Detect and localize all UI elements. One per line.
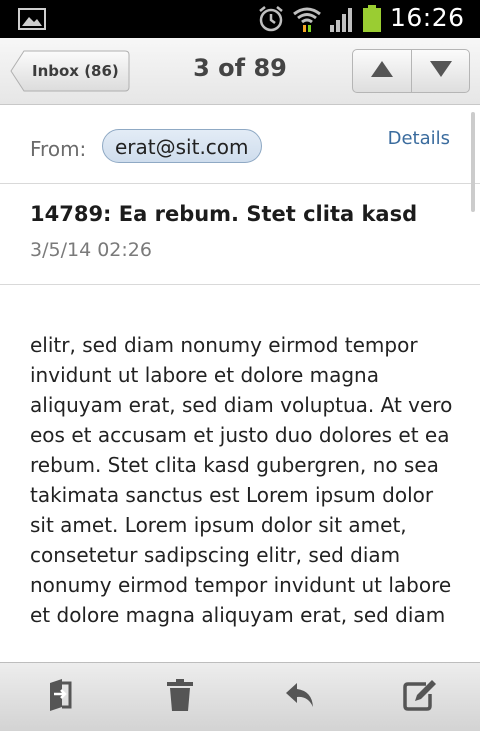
from-label: From:: [30, 137, 87, 161]
signal-icon: [328, 5, 356, 37]
message-subject: 14789: Ea rebum. Stet clita kasd: [30, 202, 418, 226]
compose-icon: [402, 678, 438, 716]
compose-button[interactable]: [400, 677, 440, 717]
trash-icon: [165, 678, 195, 716]
from-row: From: erat@sit.com Details: [0, 105, 480, 184]
delete-button[interactable]: [160, 677, 200, 717]
reply-button[interactable]: [280, 677, 320, 717]
triangle-down-icon: [429, 60, 453, 82]
move-icon: [45, 678, 75, 716]
wifi-icon: [292, 4, 322, 38]
message-date: 3/5/14 02:26: [30, 239, 152, 261]
previous-message-button[interactable]: [353, 50, 412, 92]
triangle-up-icon: [370, 60, 394, 82]
alarm-icon: [258, 5, 284, 37]
gallery-icon: [18, 8, 46, 34]
battery-icon: [362, 5, 382, 37]
status-bar: 16:26: [0, 0, 480, 38]
message-nav-group: [352, 49, 470, 93]
details-link[interactable]: Details: [388, 128, 450, 149]
inbox-back-label: Inbox (86): [32, 62, 119, 80]
clock-time: 16:26: [390, 3, 465, 32]
message-header-bar: Inbox (86) 3 of 89: [0, 38, 480, 105]
message-body: elitr, sed diam nonumy eirmod tempor inv…: [30, 333, 453, 627]
bottom-toolbar: [0, 662, 480, 731]
sender-chip[interactable]: erat@sit.com: [102, 129, 262, 163]
reply-icon: [284, 679, 316, 715]
next-message-button[interactable]: [412, 50, 469, 92]
subject-block: 14789: Ea rebum. Stet clita kasd 3/5/14 …: [0, 184, 480, 285]
message-position: 3 of 89: [193, 54, 287, 82]
move-button[interactable]: [40, 677, 80, 717]
inbox-back-button[interactable]: Inbox (86): [10, 50, 130, 92]
